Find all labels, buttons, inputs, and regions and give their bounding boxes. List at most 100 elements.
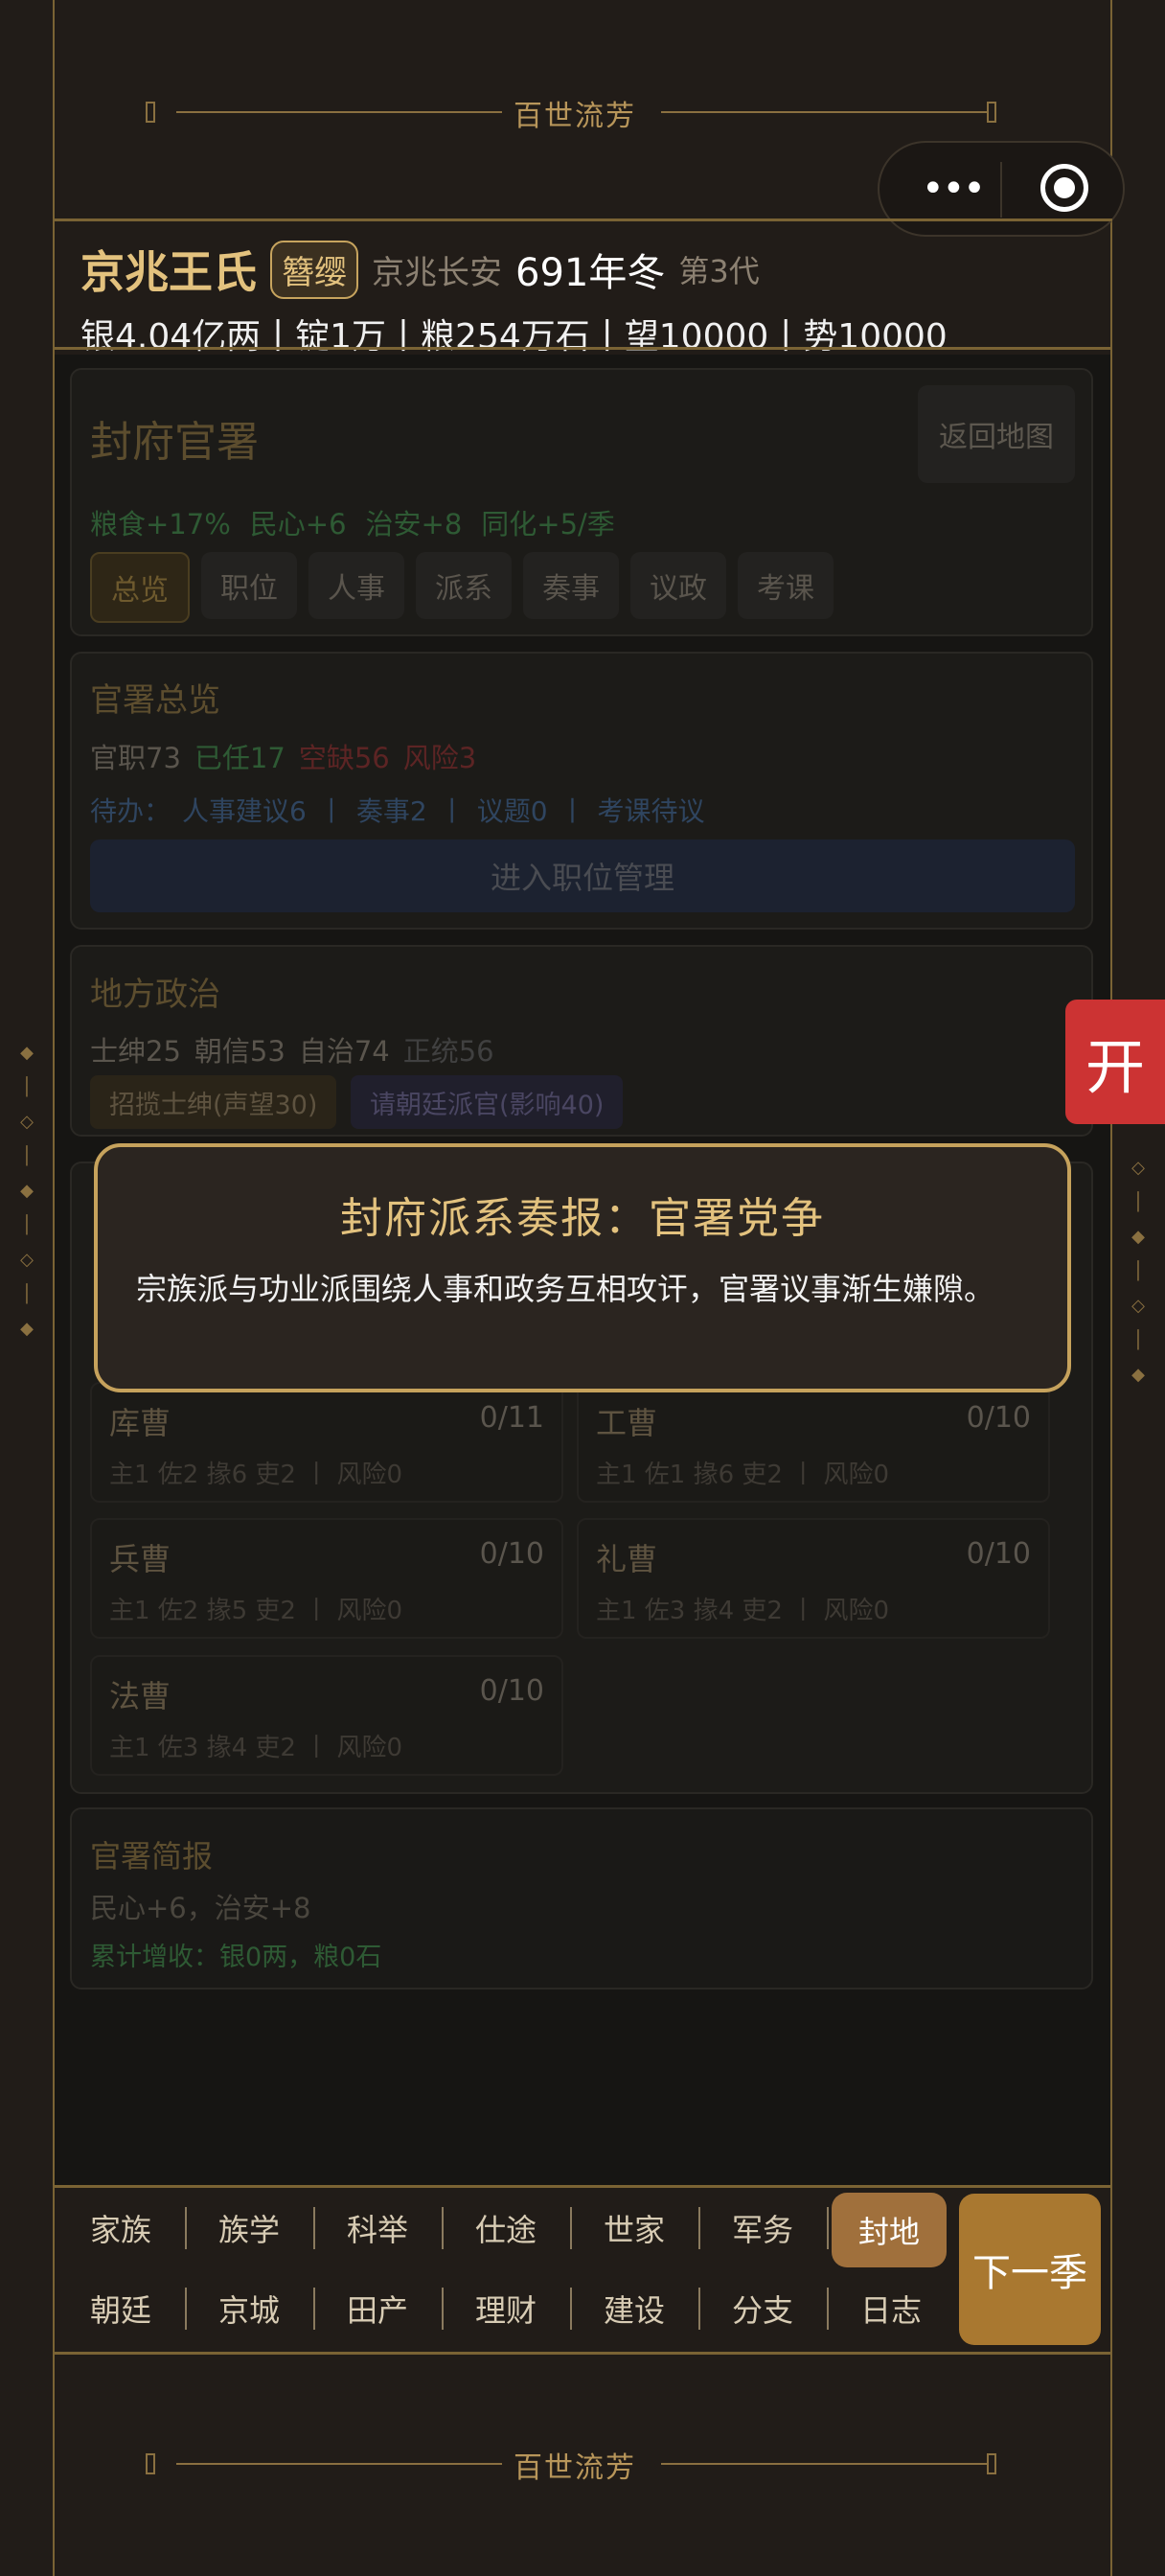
- stat-legitimacy: 正统56: [402, 1035, 494, 1068]
- todo-sep: 丨: [559, 795, 586, 827]
- local-politics-stats: 士绅25 朝信53 自治74 正统56: [90, 1029, 494, 1070]
- nav-top-divider: [53, 2185, 1112, 2188]
- nav-separator: [313, 2207, 315, 2249]
- nav-noble-families[interactable]: 世家: [577, 2195, 692, 2262]
- tab-positions[interactable]: 职位: [201, 552, 297, 619]
- bonus-morale: 民心+6: [249, 508, 347, 540]
- tab-overview[interactable]: 总览: [90, 552, 190, 623]
- nav-exam[interactable]: 科举: [320, 2195, 435, 2262]
- dialog-body: 宗族派与功业派围绕人事和政务互相攻讦，官署议事渐生嫌隙。: [136, 1271, 995, 1307]
- nav-separator: [570, 2288, 572, 2330]
- dept-law[interactable]: 法曹 0/10 主1 佐3 掾4 吏2 丨 风险0: [90, 1655, 563, 1776]
- dept-count: 0/10: [966, 1401, 1031, 1435]
- status-divider: [53, 347, 1112, 350]
- todo-label: 待办：: [90, 795, 171, 827]
- request-court-official-button[interactable]: 请朝廷派官(影响40): [351, 1075, 624, 1129]
- tab-memorials[interactable]: 奏事: [523, 552, 619, 619]
- brief-title: 官署简报: [90, 1838, 214, 1874]
- date: 691年冬: [515, 251, 666, 295]
- stat-risk: 风险3: [402, 742, 477, 774]
- tab-factions[interactable]: 派系: [416, 552, 512, 619]
- nav-separator: [442, 2288, 444, 2330]
- nav-capital[interactable]: 京城: [192, 2275, 307, 2342]
- dept-count: 0/10: [479, 1537, 544, 1571]
- banner-line-left: [176, 2463, 502, 2465]
- todo-row: 待办： 人事建议6 丨 奏事2 丨 议题0 丨 考课待议: [90, 791, 705, 829]
- nav-court[interactable]: 朝廷: [63, 2275, 178, 2342]
- location: 京兆长安: [372, 253, 502, 292]
- nav-separator: [313, 2288, 315, 2330]
- nav-military[interactable]: 军务: [705, 2195, 820, 2262]
- tab-review[interactable]: 考课: [738, 552, 834, 619]
- dept-count: 0/10: [479, 1674, 544, 1708]
- dept-detail: 主1 佐1 掾6 吏2 丨 风险0: [596, 1460, 890, 1489]
- nav-construction[interactable]: 建设: [577, 2275, 692, 2342]
- nav-separator: [185, 2288, 187, 2330]
- side-ornament-right: ◇ │ ◆ │ ◇ │ ◆: [1131, 1158, 1145, 1385]
- clan-name: 京兆王氏: [80, 246, 257, 298]
- stat-posts: 官职73: [90, 742, 181, 774]
- next-season-button[interactable]: 下一季: [959, 2194, 1101, 2345]
- dept-name: 兵曹: [109, 1541, 171, 1577]
- miniprogram-capsule: •••: [878, 141, 1125, 237]
- todo-topics[interactable]: 议题0: [477, 791, 548, 829]
- nav-separator: [442, 2207, 444, 2249]
- recruit-gentry-button[interactable]: 招揽士绅(声望30): [90, 1075, 337, 1129]
- bonus-food: 粮食+17%: [90, 508, 231, 540]
- brief-line-2: 累计增收：银0两，粮0石: [90, 1943, 382, 1972]
- local-politics-title: 地方政治: [90, 976, 220, 1014]
- todo-personnel[interactable]: 人事建议6: [182, 791, 307, 829]
- dept-detail: 主1 佐3 掾4 吏2 丨 风险0: [596, 1597, 890, 1625]
- todo-sep: 丨: [317, 795, 345, 827]
- more-icon[interactable]: •••: [922, 170, 986, 208]
- dept-detail: 主1 佐2 掾6 吏2 丨 风险0: [109, 1460, 403, 1489]
- bonus-assimilation: 同化+5/季: [481, 508, 615, 540]
- dept-works[interactable]: 工曹 0/10 主1 佐1 掾6 吏2 丨 风险0: [577, 1382, 1050, 1503]
- nav-separator: [827, 2288, 829, 2330]
- nav-branches[interactable]: 分支: [705, 2275, 820, 2342]
- office-title: 封府官署: [90, 418, 259, 467]
- dept-name: 礼曹: [596, 1541, 658, 1577]
- stat-court-trust: 朝信53: [194, 1035, 286, 1068]
- tab-deliberation[interactable]: 议政: [630, 552, 726, 619]
- dept-name: 法曹: [109, 1678, 171, 1714]
- nav-clan-school[interactable]: 族学: [192, 2195, 307, 2262]
- nav-career[interactable]: 仕途: [448, 2195, 563, 2262]
- stat-vacant: 空缺56: [298, 742, 390, 774]
- dept-name: 库曹: [109, 1405, 171, 1441]
- stat-filled: 已任17: [194, 742, 286, 774]
- dept-count: 0/10: [966, 1537, 1031, 1571]
- header-divider: [53, 218, 1112, 221]
- faction-report-dialog[interactable]: 封府派系奏报：官署党争 宗族派与功业派围绕人事和政务互相攻讦，官署议事渐生嫌隙。: [94, 1143, 1071, 1392]
- todo-review[interactable]: 考课待议: [598, 791, 705, 829]
- banner-cap-right: [987, 2453, 996, 2474]
- dept-detail: 主1 佐3 掾4 吏2 丨 风险0: [109, 1734, 403, 1762]
- top-banner-title: 百世流芳: [514, 100, 636, 133]
- todo-memorial[interactable]: 奏事2: [356, 791, 427, 829]
- status-row: 京兆王氏 簪缨 京兆长安 691年冬 第3代: [80, 236, 760, 303]
- open-side-tab[interactable]: 开: [1065, 1000, 1165, 1124]
- nav-family[interactable]: 家族: [63, 2195, 178, 2262]
- banner-line-right: [661, 111, 987, 113]
- dept-name: 工曹: [596, 1405, 658, 1441]
- side-ornament-left: ◆ │ ◇ │ ◆ │ ◇ │ ◆: [20, 1043, 34, 1339]
- dept-detail: 主1 佐2 掾5 吏2 丨 风险0: [109, 1597, 403, 1625]
- dept-count: 0/11: [479, 1401, 544, 1435]
- dept-storehouse[interactable]: 库曹 0/11 主1 佐2 掾6 吏2 丨 风险0: [90, 1382, 563, 1503]
- back-to-map-button[interactable]: 返回地图: [918, 385, 1075, 483]
- nav-separator: [570, 2207, 572, 2249]
- overview-stats: 官职73 已任17 空缺56 风险3: [90, 736, 476, 776]
- office-tabs: 总览 职位 人事 派系 奏事 议政 考课: [90, 552, 834, 623]
- nav-log[interactable]: 日志: [834, 2275, 948, 2342]
- tab-personnel[interactable]: 人事: [308, 552, 404, 619]
- dialog-title: 封府派系奏报：官署党争: [340, 1194, 825, 1243]
- nav-fief[interactable]: 封地: [832, 2193, 947, 2267]
- nav-farmland[interactable]: 田产: [320, 2275, 435, 2342]
- dept-military[interactable]: 兵曹 0/10 主1 佐2 掾5 吏2 丨 风险0: [90, 1518, 563, 1639]
- enter-positions-button[interactable]: 进入职位管理: [90, 840, 1075, 912]
- brief-line-1: 民心+6，治安+8: [90, 1892, 311, 1924]
- nav-finance[interactable]: 理财: [448, 2275, 563, 2342]
- dept-rites[interactable]: 礼曹 0/10 主1 佐3 掾4 吏2 丨 风险0: [577, 1518, 1050, 1639]
- close-target-icon[interactable]: [1040, 164, 1088, 212]
- generation: 第3代: [678, 253, 760, 289]
